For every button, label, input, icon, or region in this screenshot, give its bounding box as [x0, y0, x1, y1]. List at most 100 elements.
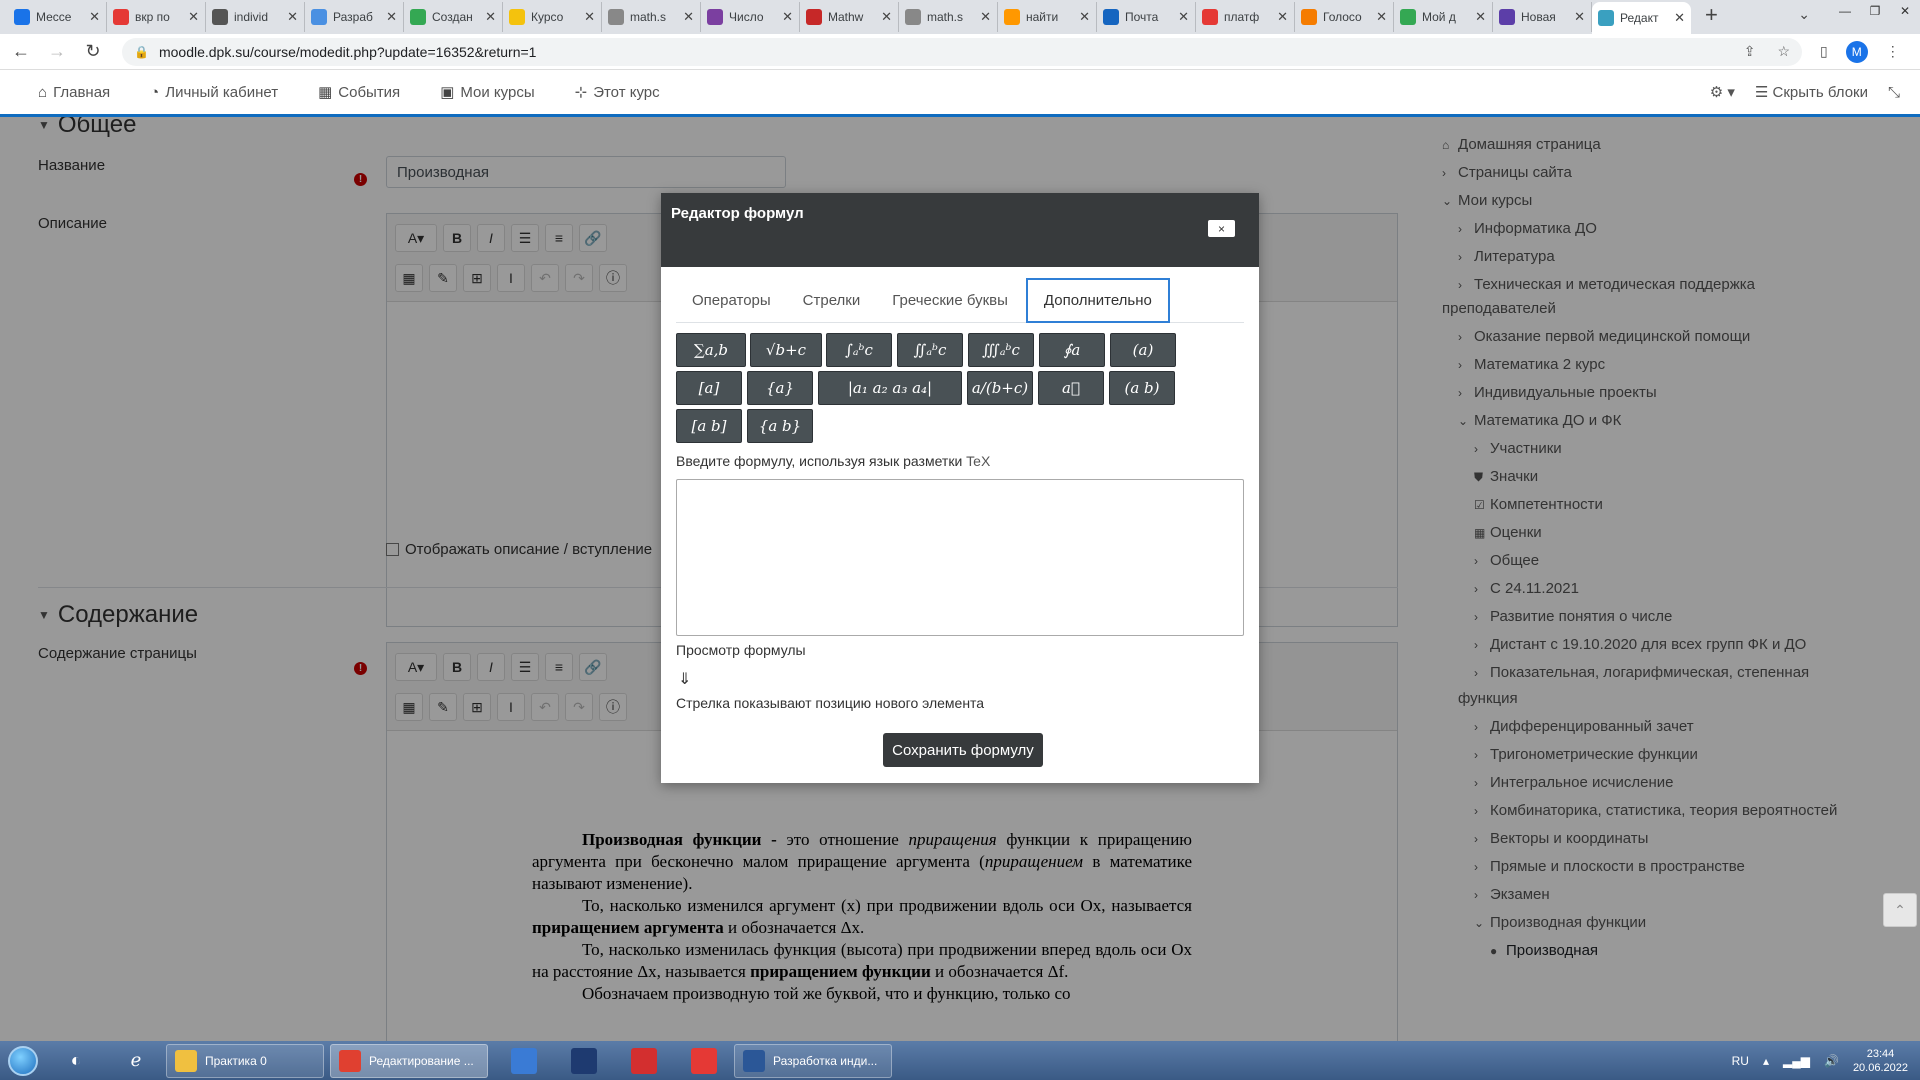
close-tab-icon[interactable]: ✕ — [188, 9, 199, 25]
browser-tab[interactable]: Разраб ✕ — [305, 2, 404, 32]
reload-icon[interactable]: ↻ — [78, 41, 108, 62]
close-tab-icon[interactable]: ✕ — [1674, 10, 1685, 26]
bookmark-star-icon[interactable]: ☆ — [1777, 43, 1790, 60]
browser-tab[interactable]: Mathw ✕ — [800, 2, 899, 32]
lock-icon[interactable]: 🔒 — [134, 45, 149, 59]
close-button[interactable]: × — [1208, 220, 1235, 237]
browser-tab[interactable]: Голосо ✕ — [1295, 2, 1394, 32]
settings-gear-icon[interactable]: ⚙ ▾ — [1710, 83, 1735, 101]
internet-explorer-icon[interactable]: ℯ — [116, 1045, 156, 1077]
formula-template-button[interactable]: ∮a — [1039, 333, 1105, 367]
formula-tab[interactable]: Операторы — [676, 278, 787, 323]
save-formula-button[interactable]: Сохранить формулу — [883, 733, 1043, 767]
browser-tab[interactable]: Почта ✕ — [1097, 2, 1196, 32]
close-tab-icon[interactable]: ✕ — [1277, 9, 1288, 25]
close-tab-icon[interactable]: ✕ — [1178, 9, 1189, 25]
nav-dashboard-label: Личный кабинет — [165, 83, 279, 101]
url-bar[interactable]: 🔒 moodle.dpk.su/course/modedit.php?updat… — [122, 37, 1802, 66]
close-tab-icon[interactable]: ✕ — [1079, 9, 1090, 25]
browser-tab[interactable]: Редакт ✕ — [1592, 2, 1691, 34]
favicon-icon — [1400, 9, 1416, 25]
formula-template-button[interactable]: ∬ₐᵇc — [897, 333, 963, 367]
taskbar-app[interactable] — [684, 1045, 724, 1077]
tab-search-chevron-icon[interactable]: ⌄ — [1798, 6, 1810, 23]
explorer-pin-icon[interactable]: ◐ — [56, 1045, 96, 1077]
taskbar-window[interactable]: Редактирование ... — [330, 1043, 488, 1078]
volume-icon[interactable]: 🔊 — [1824, 1054, 1839, 1068]
formula-template-button[interactable]: (a) — [1110, 333, 1176, 367]
formula-template-button[interactable]: |a₁ a₂ a₃ a₄| — [818, 371, 962, 405]
browser-tab[interactable]: Новая ✕ — [1493, 2, 1592, 32]
close-tab-icon[interactable]: ✕ — [980, 9, 991, 25]
close-tab-icon[interactable]: ✕ — [1376, 9, 1387, 25]
formula-template-button[interactable]: {a b} — [747, 409, 813, 443]
side-panel-icon[interactable]: ▯ — [1820, 43, 1828, 60]
browser-tab[interactable]: Мессе ✕ — [8, 2, 107, 32]
back-icon[interactable]: ← — [6, 41, 36, 62]
tex-formula-input[interactable] — [676, 479, 1244, 636]
formula-tab[interactable]: Стрелки — [787, 278, 877, 323]
start-button[interactable] — [0, 1041, 46, 1080]
browser-tab[interactable]: платф ✕ — [1196, 2, 1295, 32]
browser-tab[interactable]: individ ✕ — [206, 2, 305, 32]
restore-icon[interactable]: ❐ — [1860, 0, 1890, 22]
close-tab-icon[interactable]: ✕ — [1574, 9, 1585, 25]
close-tab-icon[interactable]: ✕ — [584, 9, 595, 25]
nav-dashboard[interactable]: ◔ Личный кабинет — [150, 84, 278, 101]
clock[interactable]: 23:44 20.06.2022 — [1853, 1047, 1908, 1075]
nav-home[interactable]: ⌂ Главная — [38, 84, 110, 101]
nav-this-course[interactable]: ⊹ Этот курс — [575, 83, 660, 102]
taskbar-app[interactable] — [504, 1045, 544, 1077]
fullscreen-icon[interactable]: ⤡ — [1888, 84, 1900, 101]
nav-my-courses[interactable]: ▣ Мои курсы — [440, 83, 534, 102]
nav-events[interactable]: ▦ События — [318, 83, 400, 102]
window-controls: — ❐ ✕ — [1830, 0, 1920, 22]
browser-tab[interactable]: Мой д ✕ — [1394, 2, 1493, 32]
favicon-icon — [1103, 9, 1119, 25]
browser-tab[interactable]: Число ✕ — [701, 2, 800, 32]
close-tab-icon[interactable]: ✕ — [881, 9, 892, 25]
share-icon[interactable]: ⇪ — [1744, 43, 1756, 60]
formula-template-button[interactable]: ∫ₐᵇc — [826, 333, 892, 367]
close-tab-icon[interactable]: ✕ — [89, 9, 100, 25]
profile-avatar[interactable]: M — [1845, 40, 1868, 63]
tray-arrow-icon[interactable]: ▴ — [1763, 1054, 1769, 1068]
scroll-to-top-button[interactable]: ⌃ — [1883, 893, 1917, 927]
formula-template-button[interactable]: √b+c — [750, 333, 822, 367]
close-tab-icon[interactable]: ✕ — [1475, 9, 1486, 25]
app-icon — [631, 1047, 657, 1074]
close-tab-icon[interactable]: ✕ — [485, 9, 496, 25]
taskbar-window[interactable]: Практика 0 — [166, 1043, 324, 1078]
minimize-icon[interactable]: — — [1830, 0, 1860, 22]
browser-tab[interactable]: Курсо ✕ — [503, 2, 602, 32]
formula-template-button[interactable]: a/(b+c) — [967, 371, 1033, 405]
browser-tab[interactable]: вкр по ✕ — [107, 2, 206, 32]
browser-tab[interactable]: Создан ✕ — [404, 2, 503, 32]
language-indicator[interactable]: RU — [1732, 1054, 1749, 1068]
taskbar-app[interactable] — [564, 1045, 604, 1077]
formula-template-button[interactable]: ∭ₐᵇc — [968, 333, 1034, 367]
network-icon[interactable]: ▂▄▆ — [1783, 1054, 1810, 1068]
formula-template-button[interactable]: [a b] — [676, 409, 742, 443]
close-tab-icon[interactable]: ✕ — [683, 9, 694, 25]
new-tab-icon[interactable]: + — [1705, 2, 1718, 28]
taskbar-window[interactable]: Разработка инди... — [734, 1043, 892, 1078]
browser-tab[interactable]: найти ✕ — [998, 2, 1097, 32]
formula-template-button[interactable]: {a} — [747, 371, 813, 405]
formula-tab[interactable]: Греческие буквы — [876, 278, 1024, 323]
formula-template-button[interactable]: (a b) — [1109, 371, 1175, 405]
forward-icon[interactable]: → — [42, 41, 72, 62]
close-tab-icon[interactable]: ✕ — [782, 9, 793, 25]
formula-tab[interactable]: Дополнительно — [1025, 278, 1170, 323]
taskbar-app[interactable] — [624, 1045, 664, 1077]
formula-template-button[interactable]: ∑a,b — [676, 333, 746, 367]
formula-template-button[interactable]: [a] — [676, 371, 742, 405]
close-tab-icon[interactable]: ✕ — [287, 9, 298, 25]
close-tab-icon[interactable]: ✕ — [386, 9, 397, 25]
close-window-icon[interactable]: ✕ — [1890, 0, 1920, 22]
browser-tab[interactable]: math.s ✕ — [602, 2, 701, 32]
formula-template-button[interactable]: a⃗ — [1038, 371, 1104, 405]
browser-menu-icon[interactable]: ⋮ — [1886, 43, 1900, 60]
hide-blocks-button[interactable]: ☰ Скрыть блоки — [1755, 83, 1868, 101]
browser-tab[interactable]: math.s ✕ — [899, 2, 998, 32]
